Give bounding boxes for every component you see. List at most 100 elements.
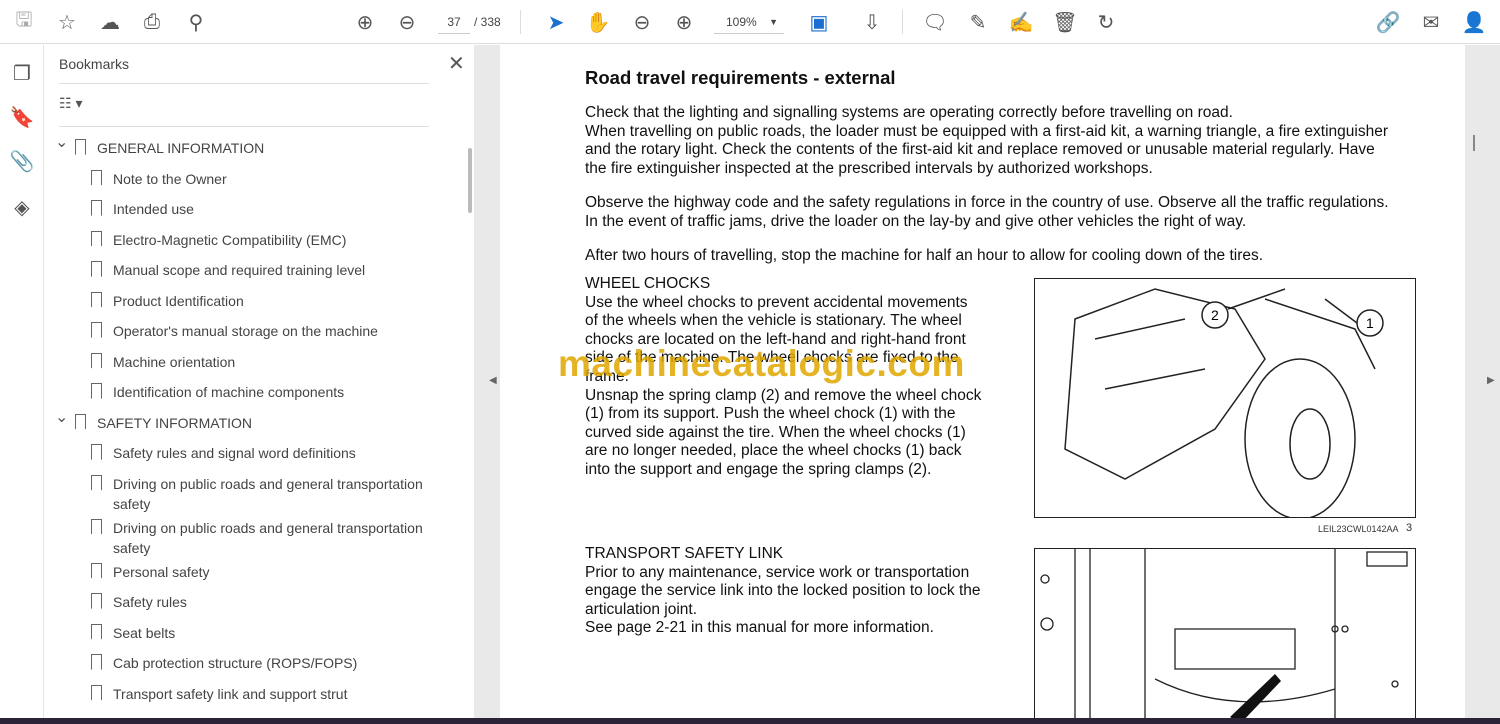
search-zoom-icon[interactable]: ⚲ [182,8,210,36]
paragraph-2: Observe the highway code and the safety … [585,194,1389,230]
bookmark-label: Transport safety link and support strut [113,685,348,702]
separator [520,10,521,34]
bookmark-section[interactable]: ⌄ GENERAL INFORMATION [55,134,437,158]
divider [59,126,429,127]
sign-icon[interactable]: ✍ [1007,8,1035,36]
page-total: / 338 [474,15,501,29]
bookmark-item[interactable]: Operator's manual storage on the machine [91,321,443,341]
chevron-down-icon[interactable]: ⌄ [55,408,68,428]
bookmark-item[interactable]: Electro-Magnetic Compatibility (EMC) [91,230,443,250]
bookmark-item[interactable]: Driving on public roads and general tran… [91,518,443,558]
panel-splitter[interactable]: ◀ [474,45,500,718]
bookmark-label: Machine orientation [113,353,236,370]
bookmark-label: Safety rules and signal word definitions [113,445,356,461]
wheel-chock-figure: 2 1 [1034,278,1416,520]
bookmark-item[interactable]: Product Identification [91,291,443,311]
print-icon[interactable]: ⎙ [138,8,166,36]
bookmark-item[interactable]: Manual scope and required training level [91,260,443,280]
bookmark-icon [75,413,86,430]
options-menu-button[interactable]: ☷ ▾ [59,95,82,112]
paragraph-1: Check that the lighting and signalling s… [585,104,1388,177]
bookmark-item[interactable]: Note to the Owner [91,169,443,189]
share-link-icon[interactable]: 🔗 [1374,8,1402,36]
bookmark-icon [91,291,102,308]
chevron-down-icon[interactable]: ⌄ [55,133,68,153]
select-arrow-icon[interactable]: ➤ [542,8,570,36]
add-user-icon[interactable]: 👤 [1460,8,1488,36]
bookmark-label: Seat belts [113,624,176,641]
bookmark-label: Driving on public roads and general tran… [113,519,423,556]
left-rail: ❐ 🔖 📎 ◈ [0,45,44,718]
bookmark-label: Personal safety [113,563,210,580]
highlight-icon[interactable]: ✎ [964,8,992,36]
bookmark-icon [91,444,102,460]
email-icon[interactable]: ✉ [1417,8,1445,36]
bookmark-item[interactable]: Driving on public roads and general tran… [91,474,443,514]
bookmark-label: Product Identification [113,292,244,309]
bookmark-icon [91,518,102,535]
bookmark-icon[interactable]: 🔖 [8,103,36,131]
save-icon[interactable]: 🖫 [10,8,38,36]
bookmark-item[interactable]: Safety rules and signal word definitions [91,443,443,463]
collapse-arrow-icon[interactable]: ◀ [489,375,497,386]
scroll-mode-icon[interactable]: ⇩ [858,8,886,36]
attachment-icon[interactable]: 📎 [8,147,36,175]
bookmark-icon [91,261,102,277]
bookmark-item[interactable]: Identification of machine components [91,382,443,402]
bookmark-item[interactable]: Intended use [91,199,443,219]
page-number-input[interactable]: 37 [438,10,470,34]
callout-2: 2 [1211,307,1219,323]
bookmark-icon [91,352,102,369]
pdf-page: Road travel requirements - external Chec… [500,45,1465,718]
scrollbar-thumb[interactable] [1473,135,1475,151]
bookmark-label: Operator's manual storage on the machine [113,323,378,339]
bookmark-item[interactable]: Personal safety [91,562,443,582]
pages-icon[interactable]: ❐ [8,59,36,87]
zoom-in-icon[interactable]: ⊕ [670,8,698,36]
taskbar-strip [0,718,1500,724]
page-up-icon[interactable]: ⊕ [351,8,379,36]
bookmark-item[interactable]: Cab protection structure (ROPS/FOPS) [91,653,443,673]
bookmark-item[interactable]: Machine orientation [91,352,443,372]
bookmark-icon [91,654,102,670]
bookmark-label: GENERAL INFORMATION [97,140,265,156]
bookmark-icon [91,562,102,579]
zoom-value: 109% [726,15,757,29]
delete-icon[interactable]: 🗑 [1051,8,1079,36]
bookmark-icon [91,593,102,609]
expand-arrow-icon[interactable]: ▶ [1487,375,1495,386]
hand-icon[interactable]: ✋ [584,8,612,36]
fit-page-icon[interactable]: ▣ [805,8,833,36]
separator [902,10,903,34]
bookmark-label: Identification of machine components [113,384,345,400]
figure-number: 3 [1406,522,1413,534]
watermark: machinecatalogic.com [558,343,965,384]
upload-cloud-icon[interactable]: ☁ [96,8,124,36]
bookmark-label: Electro-Magnetic Compatibility (EMC) [113,231,347,248]
bookmark-section[interactable]: ⌄ SAFETY INFORMATION [55,409,437,433]
bookmark-item[interactable]: Safety rules [91,592,443,612]
section-title: Road travel requirements - external [585,67,896,88]
bookmarks-panel: Bookmarks ✕ ☷ ▾ ⌄ GENERAL INFORMATION Note… [44,45,474,718]
bookmark-icon [91,230,102,247]
zoom-select[interactable]: 109% ▼ [714,10,784,34]
panel-title: Bookmarks [59,56,130,72]
layers-icon[interactable]: ◈ [8,193,36,221]
comment-icon[interactable]: 🗨 [921,8,949,36]
page-down-icon[interactable]: ⊖ [393,8,421,36]
star-icon[interactable]: ☆ [53,8,81,36]
callout-1: 1 [1366,315,1374,331]
paragraph-3: After two hours of travelling, stop the … [585,247,1264,264]
rotate-icon[interactable]: ↻ [1092,8,1120,36]
zoom-out-icon[interactable]: ⊖ [628,8,656,36]
right-scroll-area[interactable]: ▶ [1465,45,1500,718]
bookmark-icon [91,169,102,186]
close-icon[interactable]: ✕ [448,51,465,76]
bookmark-item[interactable]: Seat belts [91,623,443,643]
bookmark-icon [91,623,102,640]
scrollbar[interactable] [468,148,472,213]
bookmark-label: Driving on public roads and general tran… [113,475,423,512]
bookmark-item[interactable]: Transport safety link and support strut [91,684,443,704]
bookmark-label: Manual scope and required training level [113,262,366,278]
bookmark-icon [91,322,102,338]
